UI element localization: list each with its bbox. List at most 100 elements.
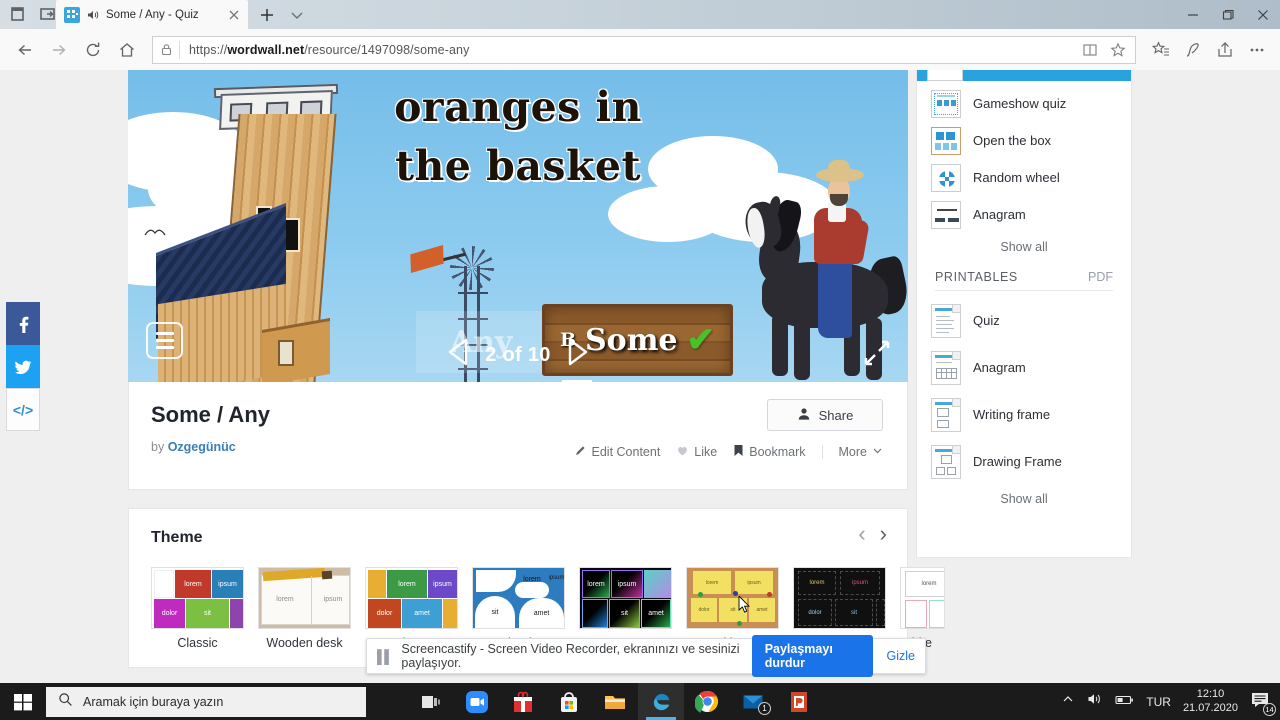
window-close-icon[interactable]	[1245, 0, 1280, 29]
tile-word: ipsum	[840, 571, 880, 595]
browser-tab[interactable]: Some / Any - Quiz	[56, 0, 248, 29]
sidebar-item-printable-anagram[interactable]: Anagram	[917, 344, 1131, 391]
author-name[interactable]: Ozgegünüc	[168, 440, 236, 454]
chevron-down-icon[interactable]	[286, 4, 308, 26]
powerpoint-icon[interactable]	[776, 683, 822, 720]
set-aside-tabs-icon[interactable]	[38, 4, 58, 24]
chevron-left-icon[interactable]: ‹	[858, 521, 865, 547]
url-path: /resource/1497098/some-any	[304, 43, 469, 57]
search-input[interactable]: Aramak için buraya yazın	[46, 687, 366, 717]
by-label: by	[151, 440, 164, 454]
theme-item-classic[interactable]: lorem ipsum dolor sit Classic	[151, 567, 244, 650]
game-pager: 2 of 10	[128, 336, 908, 374]
speaker-icon[interactable]	[1087, 692, 1103, 711]
system-tray: TUR 12:10 21.07.2020 14	[1061, 683, 1274, 720]
home-icon[interactable]	[110, 33, 144, 67]
back-arrow-icon[interactable]	[8, 33, 42, 67]
sidebar-item-printable-quiz[interactable]: Quiz	[917, 297, 1131, 344]
chevron-up-icon[interactable]	[1061, 692, 1075, 711]
hide-bar-button[interactable]: Gizle	[883, 649, 915, 663]
new-tab-button[interactable]	[256, 4, 278, 26]
embed-code-icon[interactable]: </>	[6, 388, 40, 431]
refresh-icon[interactable]	[76, 33, 110, 67]
sidebar-item-open-the-box[interactable]: Open the box	[917, 122, 1131, 159]
theme-carousel-nav: ‹ ›	[858, 521, 887, 547]
person-icon	[797, 407, 811, 424]
facebook-icon[interactable]	[6, 302, 40, 345]
tile-word: lorem	[798, 571, 836, 595]
edge-icon[interactable]	[638, 683, 684, 720]
chevron-right-icon[interactable]: ›	[880, 521, 887, 547]
quiz-grid-icon	[64, 7, 80, 23]
close-icon[interactable]	[226, 7, 242, 23]
edit-content-button[interactable]: Edit Content	[574, 444, 661, 460]
twitter-icon[interactable]	[6, 345, 40, 388]
tile-word: lorem	[175, 570, 211, 598]
forward-arrow-icon[interactable]	[42, 33, 76, 67]
gift-icon[interactable]	[500, 683, 546, 720]
game-player[interactable]: oranges in the basket	[128, 70, 908, 382]
sidebar-item-anagram[interactable]: Anagram	[917, 196, 1131, 233]
share-icon[interactable]	[1210, 33, 1240, 67]
battery-icon[interactable]	[1115, 693, 1134, 711]
tab-audio-speaker-icon[interactable]	[86, 8, 100, 22]
ellipsis-icon[interactable]	[1242, 33, 1272, 67]
share-button[interactable]: Share	[767, 399, 883, 431]
tab-title: Some / Any - Quiz	[106, 9, 220, 21]
tile-word: sit	[609, 599, 640, 628]
zoom-icon[interactable]	[454, 683, 500, 720]
tab-preview-icon[interactable]	[8, 4, 28, 24]
tile-word: sit	[475, 596, 515, 628]
fullscreen-icon[interactable]	[862, 338, 892, 368]
star-icon[interactable]	[1105, 37, 1131, 63]
stop-sharing-button[interactable]: Paylaşmayı durdur	[752, 635, 873, 677]
mail-icon[interactable]: 1	[730, 683, 776, 720]
theme-heading: Theme	[151, 529, 203, 547]
theme-name: Classic	[151, 636, 244, 650]
mouse-cursor	[738, 596, 750, 614]
tile-word: sit	[186, 599, 229, 628]
bookmark-button[interactable]: Bookmark	[733, 444, 805, 460]
page-indicator: 2 of 10	[485, 344, 550, 367]
templates-show-all-link[interactable]: Show all	[917, 233, 1131, 258]
sidebar-item-printable-writing-frame[interactable]: Writing frame	[917, 391, 1131, 438]
next-arrow-icon[interactable]	[562, 336, 592, 374]
screencastify-message: Screencastify - Screen Video Recorder, e…	[401, 642, 741, 670]
tile-word: sit	[835, 599, 873, 626]
sidebar-item-random-wheel[interactable]: Random wheel	[917, 159, 1131, 196]
like-button[interactable]: Like	[676, 444, 717, 460]
minimize-icon[interactable]	[1175, 0, 1210, 29]
sidebar-item-gameshow-quiz[interactable]: Gameshow quiz	[917, 85, 1131, 122]
lock-icon	[153, 43, 179, 56]
sidebar-item-printable-drawing-frame[interactable]: Drawing Frame	[917, 438, 1131, 485]
favorites-icon[interactable]	[1146, 33, 1176, 67]
file-explorer-icon[interactable]	[592, 683, 638, 720]
theme-thumbnail: lorem ipsum dolor amet	[365, 567, 458, 629]
theme-item-wooden-desk[interactable]: lorem ipsum Wooden desk	[258, 567, 351, 650]
tile-word: ipsum	[549, 570, 564, 586]
edit-content-label: Edit Content	[592, 445, 661, 459]
clock-date: 21.07.2020	[1183, 702, 1238, 716]
address-bar[interactable]: https://wordwall.net/resource/1497098/so…	[152, 36, 1136, 64]
theme-name: Wooden desk	[258, 636, 351, 650]
pen-icon[interactable]	[1178, 33, 1208, 67]
more-button[interactable]: More	[822, 445, 883, 459]
windows-start-icon[interactable]	[0, 683, 46, 720]
chrome-icon[interactable]	[684, 683, 730, 720]
clock[interactable]: 12:10 21.07.2020	[1183, 688, 1238, 716]
printables-show-all-link[interactable]: Show all	[917, 485, 1131, 510]
sidebar-item-label: Anagram	[973, 207, 1026, 222]
action-center-icon[interactable]: 14	[1250, 690, 1274, 714]
book-icon[interactable]	[1077, 37, 1103, 63]
pencil-icon	[574, 444, 587, 460]
printables-format-label: PDF	[1088, 270, 1113, 284]
pause-icon[interactable]: ▌▌	[377, 649, 391, 664]
language-indicator[interactable]: TUR	[1146, 695, 1171, 709]
theme-thumbnail: lorem ipsum sit amet	[472, 567, 565, 629]
task-view-icon[interactable]	[408, 683, 454, 720]
theme-thumbnail: lorem ipsum dolor sit	[793, 567, 886, 629]
prev-arrow-icon[interactable]	[444, 336, 474, 374]
sidebar-item-selected[interactable]	[917, 70, 1131, 81]
maximize-icon[interactable]	[1210, 0, 1245, 29]
microsoft-store-icon[interactable]	[546, 683, 592, 720]
